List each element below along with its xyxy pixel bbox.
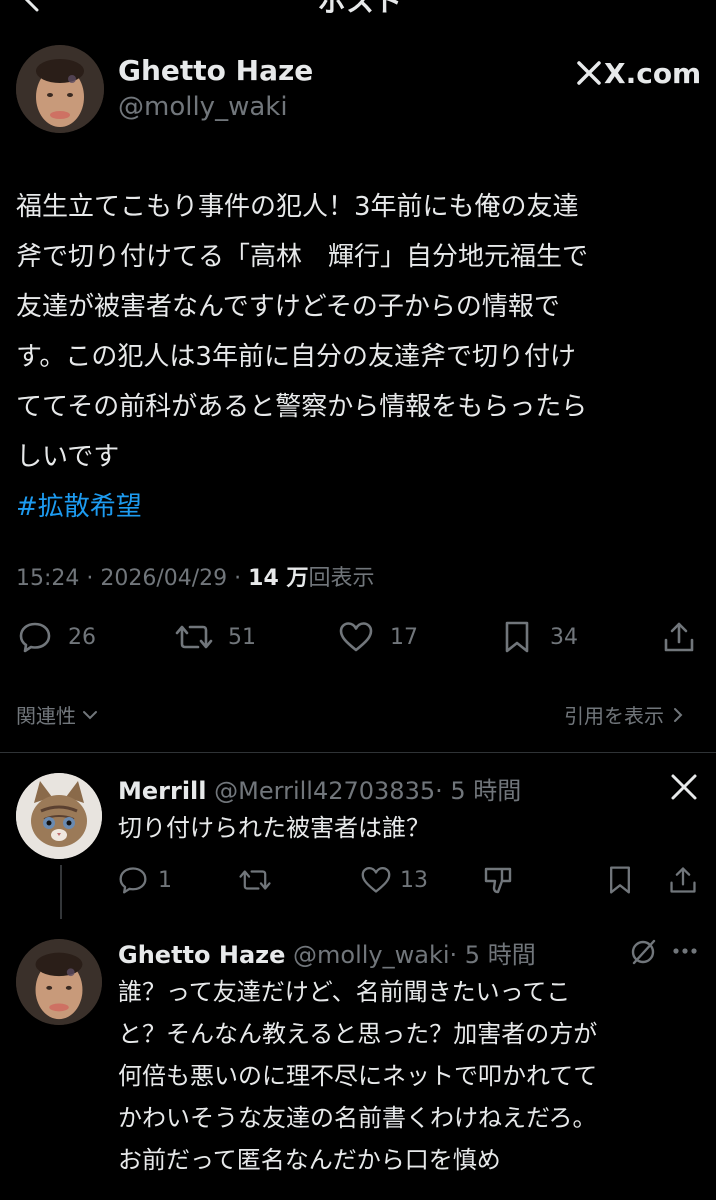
reply-text: 切り付けられた被害者は誰？ xyxy=(118,807,430,849)
like-count: 13 xyxy=(400,867,428,893)
x-logo-icon xyxy=(671,774,697,800)
share-button[interactable] xyxy=(668,865,698,895)
sort-label: 関連性 xyxy=(16,704,76,728)
page-title: ポスト xyxy=(318,0,403,18)
post-body-line: しいです xyxy=(16,442,120,472)
avatar-face-icon xyxy=(16,939,102,1025)
bookmark-icon xyxy=(610,866,630,894)
author-name[interactable]: Ghetto Haze xyxy=(118,54,313,87)
reply-button[interactable]: 1 xyxy=(118,865,172,895)
source-link[interactable]: X.com xyxy=(576,56,701,90)
cat-avatar-icon xyxy=(16,773,102,859)
downvote-icon xyxy=(484,867,512,894)
avatar[interactable] xyxy=(16,773,102,859)
chevron-down-icon xyxy=(83,710,97,719)
share-button[interactable] xyxy=(662,620,696,654)
views-label: 回表示 xyxy=(308,566,375,591)
bookmark-button[interactable]: 34 xyxy=(502,620,578,654)
speech-bubble-icon xyxy=(119,867,147,894)
reply-time[interactable]: · 5 時間 xyxy=(450,941,536,969)
back-button[interactable] xyxy=(22,0,42,12)
top-bar: ポスト xyxy=(0,0,716,18)
reply-count: 26 xyxy=(68,624,96,650)
reply-header: Ghetto Haze @molly_waki· 5 時間 xyxy=(118,935,536,970)
more-button[interactable] xyxy=(672,947,698,955)
reply-header: Merrill @Merrill42703835· 5 時間 xyxy=(118,771,521,806)
heart-icon xyxy=(339,622,373,652)
reply-count: 1 xyxy=(158,867,172,893)
action-bar: 26 51 17 34 xyxy=(18,620,698,656)
like-button[interactable]: 17 xyxy=(338,620,418,654)
reply-text-line: かわいそうな友達の名前書くわけねえだろ。 xyxy=(118,1104,597,1132)
grok-button[interactable] xyxy=(628,937,658,967)
views-count: 14 万 xyxy=(248,566,309,591)
downvote-button[interactable] xyxy=(482,865,514,895)
author-handle[interactable]: @molly_waki xyxy=(118,92,288,122)
post-body-line: 友達が被害者なんですけどその子からの情報で xyxy=(16,292,560,322)
post-body-line: 福生立てこもり事件の犯人！3年前にも俺の友達 xyxy=(16,192,579,222)
like-button[interactable]: 13 xyxy=(360,865,428,895)
bookmark-button[interactable] xyxy=(606,865,634,895)
hashtag-link[interactable]: #拡散希望 xyxy=(16,482,706,532)
reply-button[interactable]: 26 xyxy=(18,620,96,654)
chevron-right-icon xyxy=(674,707,683,722)
thread-line xyxy=(60,865,62,919)
reply-text-line: 何倍も悪いのに理不尽にネットで叩かれてて xyxy=(118,1062,598,1090)
avatar[interactable] xyxy=(16,45,104,133)
repost-button[interactable]: 51 xyxy=(174,620,256,654)
post-body: 福生立てこもり事件の犯人！3年前にも俺の友達 斧で切り付けてる「高林 輝行」自分… xyxy=(16,182,706,532)
repost-count: 51 xyxy=(228,624,256,650)
reply-text-line: お前だって匿名なんだから口を慎め xyxy=(118,1146,501,1174)
post-meta: 15:24 · 2026/04/29 · 14 万回表示 xyxy=(16,560,374,592)
reply-time[interactable]: · 5 時間 xyxy=(435,777,521,805)
avatar[interactable] xyxy=(16,939,102,1025)
quotes-label: 引用を表示 xyxy=(564,704,664,728)
reply-author-handle[interactable]: @Merrill42703835 xyxy=(214,777,435,805)
reply-author-name[interactable]: Ghetto Haze xyxy=(118,941,285,969)
repost-arrows-icon xyxy=(239,870,271,890)
avatar-face-icon xyxy=(16,45,104,133)
reply-author-name[interactable]: Merrill xyxy=(118,777,207,805)
reply-text-line: と？そんなん教えると思った？加害者の方が xyxy=(118,1020,598,1048)
speech-bubble-icon xyxy=(19,622,51,653)
bookmark-icon xyxy=(505,621,529,653)
repost-arrows-icon xyxy=(175,625,213,649)
source-label: X.com xyxy=(604,56,702,90)
post-timestamp[interactable]: 15:24 · 2026/04/29 · xyxy=(16,566,248,591)
reply-item[interactable]: Merrill @Merrill42703835· 5 時間 切り付けられた被害… xyxy=(0,753,716,919)
reply-text-line: 切り付けられた被害者は誰？ xyxy=(118,814,430,842)
circle-slash-icon xyxy=(631,939,656,965)
share-upload-icon xyxy=(664,622,694,652)
post-body-line: す。この犯人は3年前に自分の友達斧で切り付け xyxy=(16,342,576,372)
post-body-line: 斧で切り付けてる「高林 輝行」自分地元福生で xyxy=(16,242,589,272)
repost-button[interactable] xyxy=(238,865,272,895)
chevron-left-icon xyxy=(24,0,39,12)
share-upload-icon xyxy=(670,867,696,893)
reply-author-handle[interactable]: @molly_waki xyxy=(293,941,450,969)
x-source-button[interactable] xyxy=(670,773,698,801)
heart-icon xyxy=(361,866,391,893)
reply-text: 誰？って友達だけど、名前聞きたいってこ と？そんなん教えると思った？加害者の方が… xyxy=(118,971,708,1181)
reply-text-line: 誰？って友達だけど、名前聞きたいってこ xyxy=(118,978,571,1006)
view-quotes-link[interactable]: 引用を表示 xyxy=(564,700,684,729)
x-logo-icon xyxy=(577,61,601,85)
like-count: 17 xyxy=(390,624,418,650)
post-body-line: ててその前科があると警察から情報をもらったら xyxy=(16,392,588,422)
more-dots-icon xyxy=(673,948,697,954)
bookmark-count: 34 xyxy=(550,624,578,650)
reply-item[interactable]: Ghetto Haze @molly_waki· 5 時間 誰？って友達だけど、… xyxy=(0,919,716,1200)
sort-relevance-dropdown[interactable]: 関連性 xyxy=(16,700,98,729)
